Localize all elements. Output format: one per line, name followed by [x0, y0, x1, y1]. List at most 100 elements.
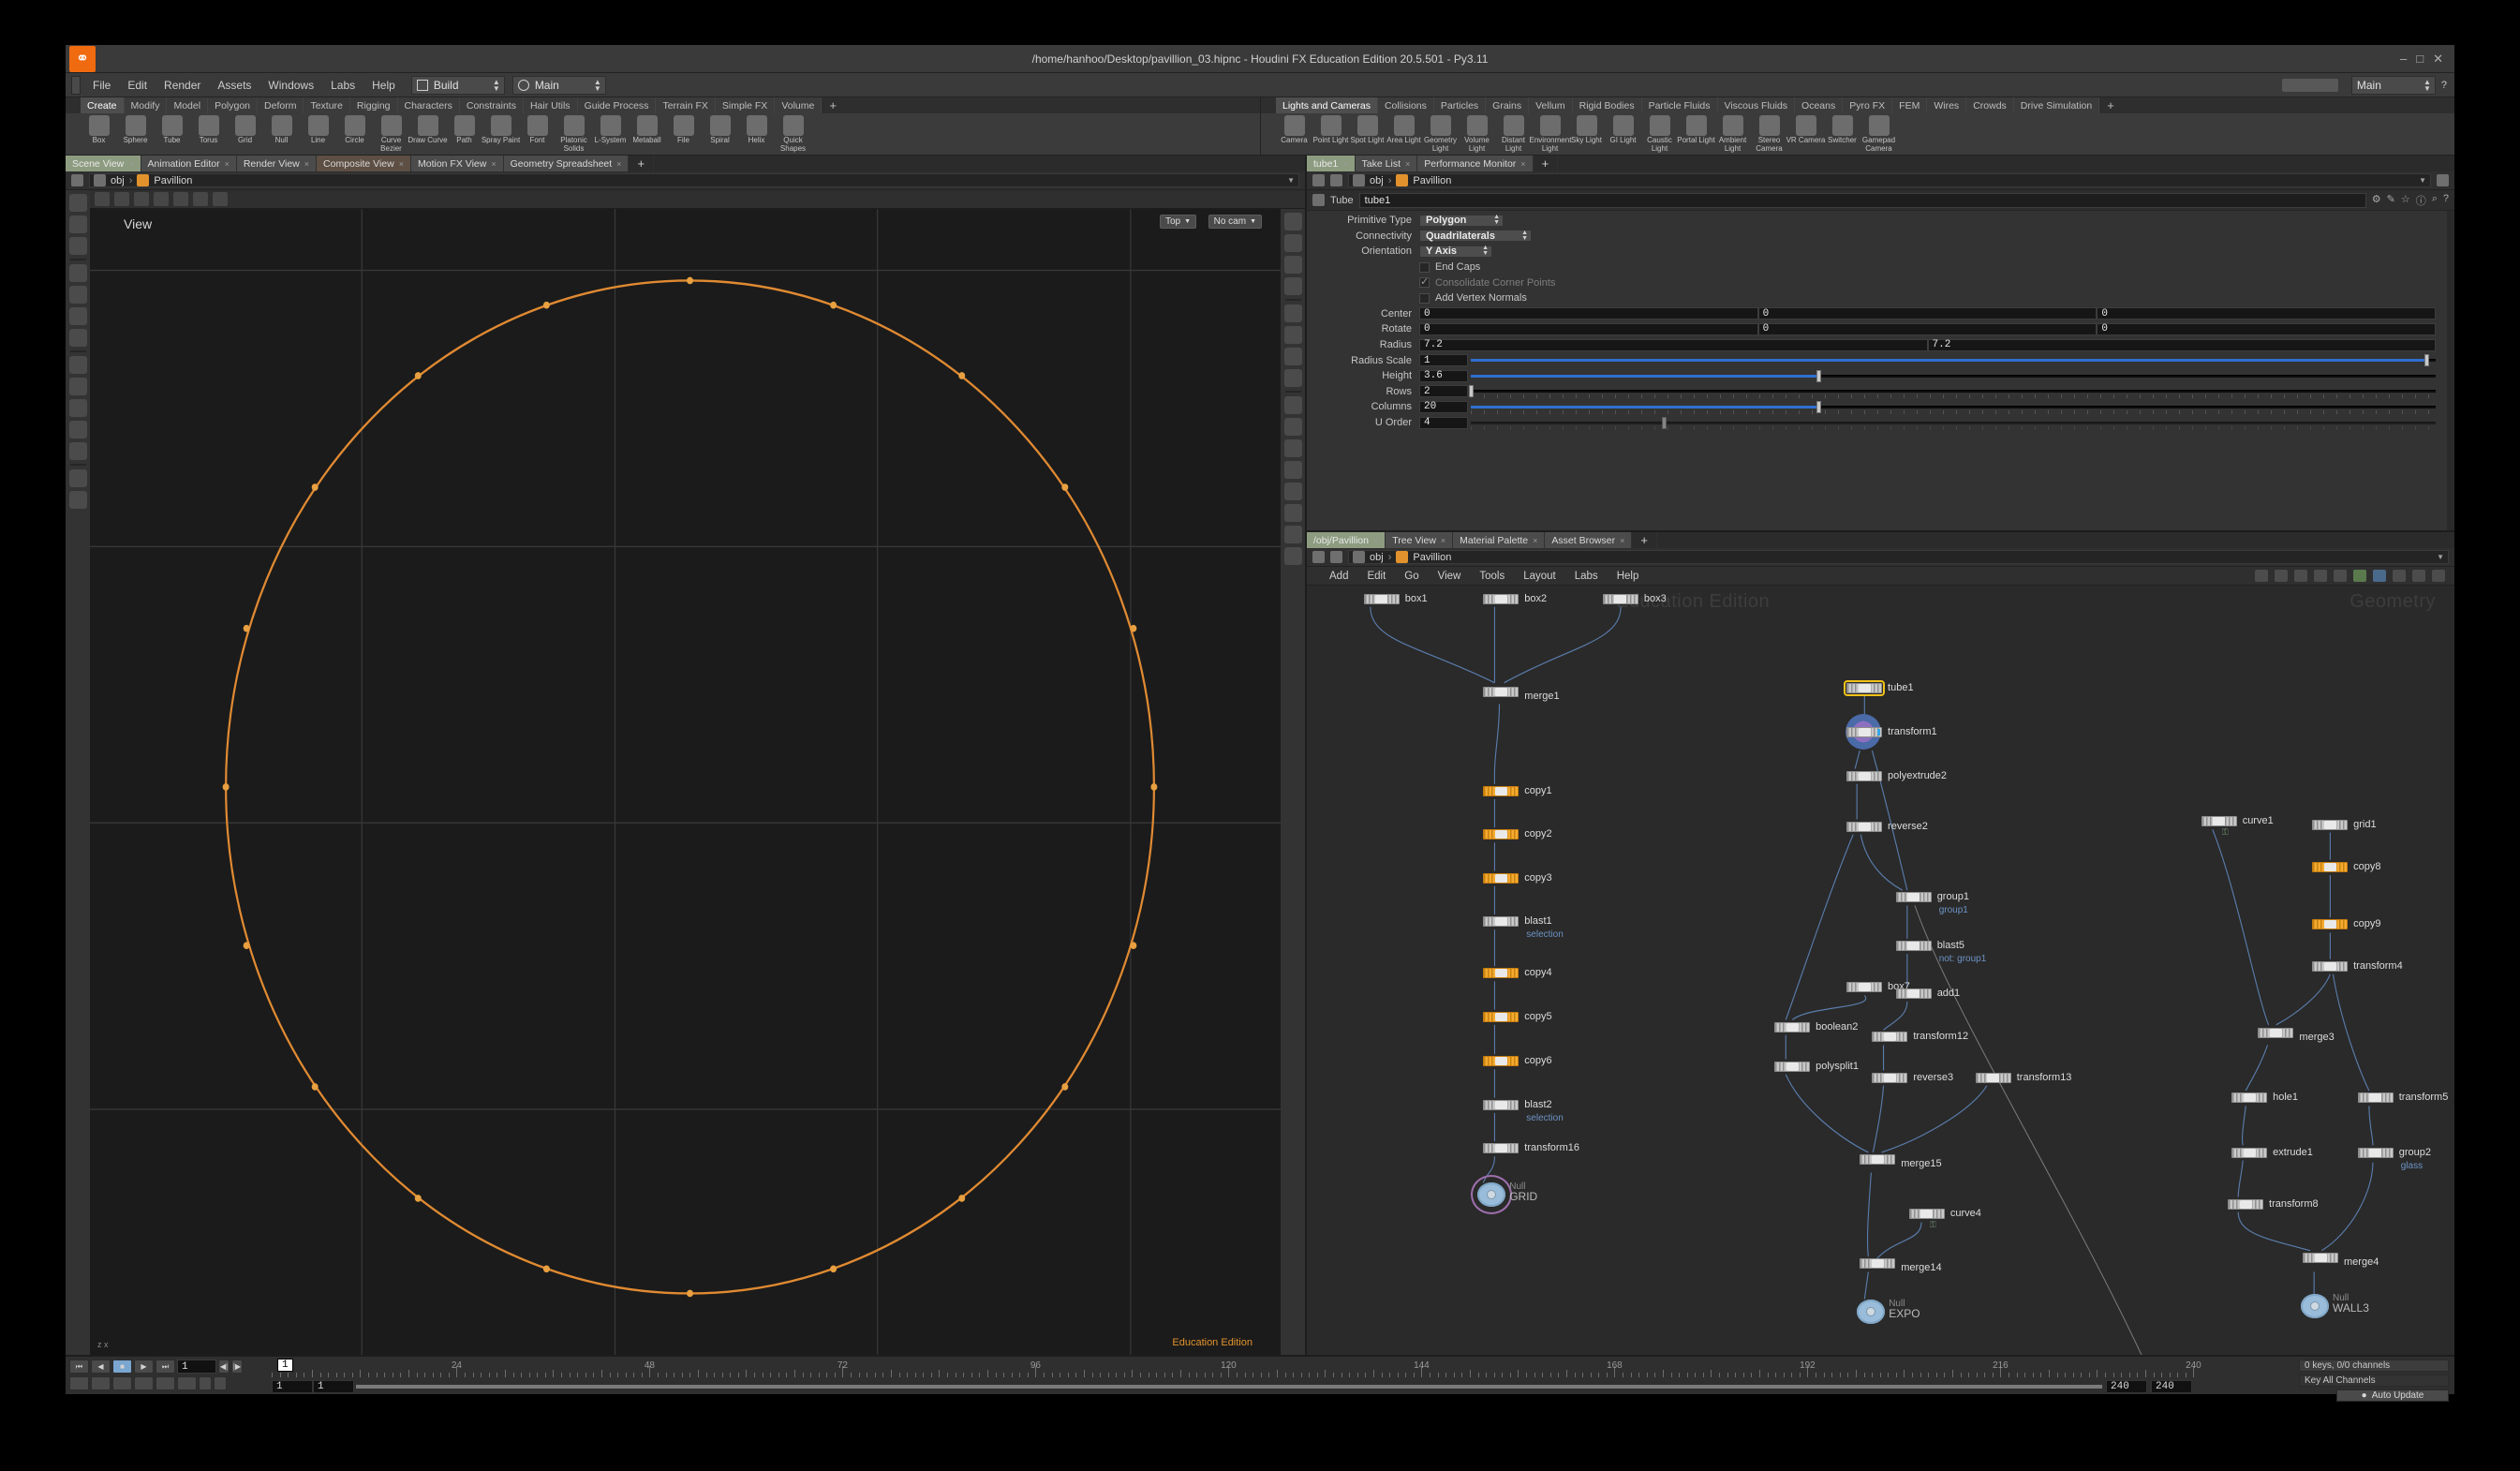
network-node-extrude1[interactable]: extrude1	[2231, 1147, 2313, 1158]
node-body[interactable]	[1774, 1021, 1811, 1033]
viewport[interactable]: View Top ▼ No cam ▼ Education Edition z …	[90, 190, 1305, 1355]
net-list-icon[interactable]	[2294, 570, 2307, 582]
network-path-field[interactable]: obj › Pavillion ▼	[1348, 550, 2449, 564]
tab-add-button[interactable]: +	[1632, 532, 1657, 548]
shelf-right-tool-gamepad-camera[interactable]: Gamepad Camera	[1860, 115, 1897, 153]
playbar-options-row[interactable]	[69, 1376, 268, 1390]
node-body[interactable]	[2357, 1092, 2394, 1104]
shelf-left-tab-simple-fx[interactable]: Simple FX	[715, 97, 776, 113]
range-end-icon[interactable]	[214, 1376, 227, 1390]
viewport-display-icon[interactable]	[134, 192, 149, 206]
network-node-copy4[interactable]: copy4	[1483, 968, 1552, 979]
network-node-grid1[interactable]: grid1	[2312, 819, 2377, 830]
global-end-field[interactable]: 240	[2151, 1380, 2192, 1393]
shelf-left-tab-deform[interactable]: Deform	[258, 97, 304, 113]
menu-collapse-handle[interactable]	[71, 75, 81, 95]
node-body[interactable]	[1483, 1099, 1519, 1110]
minimize-icon[interactable]: –	[2400, 52, 2407, 67]
parm-checkbox-consolidate-corner-points[interactable]	[1419, 275, 1430, 289]
tool-arrow-icon[interactable]	[68, 264, 87, 282]
slider-handle[interactable]	[1469, 385, 1474, 398]
network-node-add1[interactable]: add1	[1895, 988, 1960, 999]
parm-menu-primitive-type[interactable]: Polygon ▲ ▼	[1419, 214, 1504, 227]
tool-soft-icon[interactable]	[68, 442, 87, 460]
shelf-left-tool-helix[interactable]: Helix	[738, 115, 775, 145]
node-body[interactable]	[1860, 1154, 1896, 1166]
global-start-field[interactable]: 240	[2106, 1380, 2147, 1393]
gear-icon[interactable]: ⚙	[2372, 193, 2381, 208]
display-ghost-icon[interactable]	[1283, 483, 1302, 500]
menu-windows[interactable]: Windows	[259, 76, 322, 95]
network-node-copy5[interactable]: copy5	[1483, 1011, 1552, 1022]
node-body[interactable]	[2231, 1092, 2268, 1104]
parm-field-radius-1[interactable]: 7.2	[1927, 338, 2436, 351]
shelf-left-tool-grid[interactable]: Grid	[227, 115, 263, 145]
menu-labs[interactable]: Labs	[322, 76, 363, 95]
shelf-right-tool-caustic-light[interactable]: Caustic Light	[1641, 115, 1678, 153]
shelf-left-tab-constraints[interactable]: Constraints	[459, 97, 524, 113]
network-node-transform13[interactable]: transform13	[1975, 1072, 2071, 1083]
node-body[interactable]	[1895, 941, 1932, 952]
node-body[interactable]	[1602, 593, 1638, 604]
net-menu-add[interactable]: Add	[1320, 569, 1357, 584]
pin-icon[interactable]	[71, 174, 83, 186]
shelf-left-tools[interactable]: Box Sphere Tube Torus Grid Null Line Circle Curv…	[66, 113, 1260, 155]
jump-start-button[interactable]: ⏮	[69, 1360, 89, 1374]
shelf-right-tab-rigid-bodies[interactable]: Rigid Bodies	[1572, 97, 1642, 113]
close-icon[interactable]: ×	[1342, 159, 1347, 169]
network-node-merge4[interactable]: merge4	[2303, 1252, 2379, 1268]
search-icon[interactable]: ⌕	[2432, 193, 2438, 208]
viewport-toolbar[interactable]	[90, 190, 1305, 209]
viewport-left-toolbar[interactable]	[66, 190, 90, 1355]
node-body[interactable]	[1483, 829, 1519, 840]
tab-tube1[interactable]: tube1 ×	[1307, 156, 1356, 171]
shelf-left-tab-guide-process[interactable]: Guide Process	[577, 97, 657, 113]
channel-controls[interactable]: 0 keys, 0/0 channels Key All Channels ● …	[2201, 1357, 2454, 1402]
tab-geometry-spreadsheet[interactable]: Geometry Spreadsheet ×	[503, 156, 630, 171]
shelf-right-tab-pyro-fx[interactable]: Pyro FX	[1843, 97, 1893, 113]
timeline-ruler[interactable]: 24 48 72 96 120 144 168 192 216 240	[272, 1360, 2201, 1377]
network-node-hole1[interactable]: hole1	[2231, 1092, 2298, 1104]
tool-globe-icon[interactable]	[68, 469, 87, 487]
net-menu-labs[interactable]: Labs	[1565, 569, 1608, 584]
parm-checkbox-add-vertex-normals[interactable]	[1419, 292, 1430, 304]
close-icon[interactable]: ×	[304, 159, 309, 169]
tab-performance-monitor[interactable]: Performance Monitor ×	[1417, 156, 1534, 171]
parm-field-rotate-2[interactable]: 0	[2097, 322, 2437, 335]
network-node-copy8[interactable]: copy8	[2312, 861, 2380, 872]
shelf-left-tool-circle[interactable]: Circle	[336, 115, 373, 145]
shelf-right-tab-oceans[interactable]: Oceans	[1795, 97, 1844, 113]
node-body[interactable]	[1483, 916, 1519, 928]
network-node-curve4[interactable]: curve4 ⚿	[1908, 1209, 1981, 1229]
node-body[interactable]	[2312, 819, 2349, 830]
edit-icon[interactable]: ✎	[2387, 193, 2395, 208]
network-toolbar-icons[interactable]	[2255, 570, 2454, 582]
shelf-left-tool-metaball[interactable]: Metaball	[629, 115, 665, 145]
node-body[interactable]	[1895, 892, 1932, 903]
search-input[interactable]	[2281, 78, 2338, 92]
display-wire-icon[interactable]	[1283, 234, 1302, 252]
node-body[interactable]	[1483, 785, 1519, 796]
tool-snap-icon[interactable]	[68, 356, 87, 374]
parm-field-center-2[interactable]: 0	[2097, 307, 2437, 320]
parm-menu-connectivity[interactable]: Quadrilaterals ▲ ▼	[1419, 230, 1532, 243]
shelf-left-tool-l-system[interactable]: L-System	[592, 115, 629, 145]
menu-render[interactable]: Render	[156, 76, 209, 95]
network-null-EXPO[interactable]: Null EXPO	[1857, 1299, 1920, 1324]
network-node-polysplit1[interactable]: polysplit1	[1774, 1061, 1859, 1072]
network-node-copy3[interactable]: copy3	[1483, 872, 1552, 884]
close-icon[interactable]: ×	[1405, 159, 1410, 169]
parm-field-center-1[interactable]: 0	[1757, 307, 2098, 320]
node-body[interactable]	[1895, 988, 1932, 999]
net-options-icon[interactable]	[2432, 570, 2445, 582]
tool-handle-icon[interactable]	[68, 215, 87, 233]
viewport-view-menu[interactable]: Top ▼	[1159, 215, 1196, 229]
display-snapshot-icon[interactable]	[1283, 547, 1302, 565]
node-body[interactable]	[2312, 861, 2349, 872]
shelf-right-tool-geometry-light[interactable]: Geometry Light	[1422, 115, 1459, 153]
slider-handle[interactable]	[2424, 354, 2429, 367]
tab-asset-browser[interactable]: Asset Browser ×	[1545, 532, 1633, 548]
display-points-icon[interactable]	[1283, 213, 1302, 230]
shelf-right-tab-fem[interactable]: FEM	[1892, 97, 1928, 113]
shelf-left-tabs[interactable]: Create Modify Model Polygon Deform Texture Rig…	[66, 97, 1260, 113]
